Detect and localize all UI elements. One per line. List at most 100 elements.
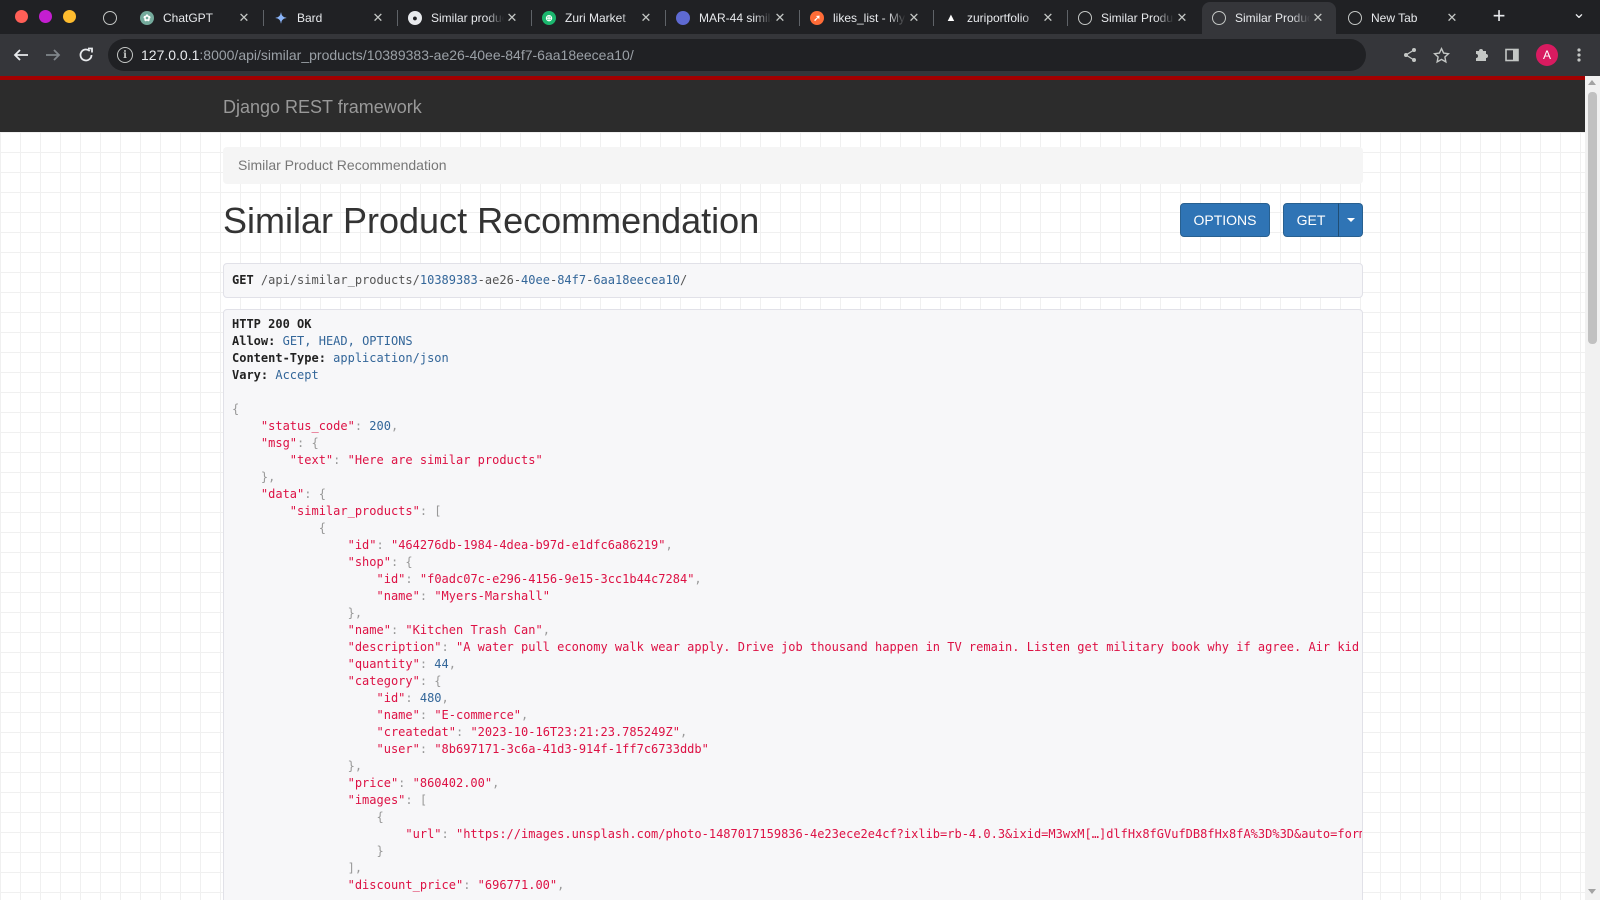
vercel-icon: ▲ xyxy=(945,12,957,24)
browser-menu-button[interactable] xyxy=(1566,42,1592,68)
header-key: Allow: xyxy=(232,334,276,348)
tab-pinned[interactable] xyxy=(93,2,129,34)
scroll-up-icon[interactable] xyxy=(1588,80,1596,85)
scroll-down-icon[interactable] xyxy=(1588,889,1596,894)
sparkle-icon: ✦ xyxy=(275,9,287,26)
tab-title: likes_list - My xyxy=(833,11,906,25)
json-string: 2023-10-16T23:21:23.785249Z xyxy=(477,725,673,739)
tab-title: ChatGPT xyxy=(163,11,214,25)
request-path-trailing: / xyxy=(680,273,688,287)
extensions-button[interactable] xyxy=(1468,42,1494,68)
caret-down-icon xyxy=(1346,218,1355,222)
get-button[interactable]: GET xyxy=(1283,203,1339,237)
tab-likes-list[interactable]: ➚ likes_list - My ✕ xyxy=(800,2,932,34)
tab-similar-product-1[interactable]: Similar Product ✕ xyxy=(1068,2,1200,34)
tab-zuriportfolio[interactable]: ▲ zuriportfolio ✕ xyxy=(934,2,1066,34)
tab-title: Similar Product xyxy=(1101,11,1174,25)
window-minimize-button[interactable] xyxy=(39,10,52,23)
address-bar[interactable]: i 127.0.0.1:8000/api/similar_products/10… xyxy=(108,39,1366,71)
github-icon: ● xyxy=(408,11,422,25)
request-path-segment: 40ee xyxy=(521,273,550,287)
request-path-prefix: /api/similar_products/ xyxy=(260,273,420,287)
info-icon[interactable]: i xyxy=(117,47,133,63)
close-icon[interactable]: ✕ xyxy=(236,10,252,26)
options-button[interactable]: OPTIONS xyxy=(1180,203,1270,237)
tab-new-tab[interactable]: New Tab ✕ xyxy=(1338,2,1470,34)
profile-avatar[interactable]: A xyxy=(1536,44,1558,66)
close-icon[interactable]: ✕ xyxy=(906,10,922,26)
side-panel-icon xyxy=(1505,48,1519,62)
globe-icon xyxy=(1348,11,1362,25)
reload-button[interactable] xyxy=(73,42,99,68)
bookmark-button[interactable] xyxy=(1428,42,1454,68)
tab-title: New Tab xyxy=(1371,11,1418,25)
globe-icon xyxy=(1212,11,1226,25)
header-value: Accept xyxy=(275,368,319,382)
zuri-icon: ⊕ xyxy=(542,11,556,25)
tab-similar-product-active[interactable]: Similar Product ✕ xyxy=(1202,2,1336,34)
json-key: "data" xyxy=(260,487,305,501)
side-panel-button[interactable] xyxy=(1499,42,1525,68)
close-icon[interactable]: ✕ xyxy=(638,10,654,26)
response-info: HTTP 200 OK Allow: GET, HEAD, OPTIONS Co… xyxy=(223,309,1363,900)
close-icon[interactable]: ✕ xyxy=(1040,10,1056,26)
breadcrumb-item[interactable]: Similar Product Recommendation xyxy=(238,157,447,173)
json-number: 200 xyxy=(369,419,391,433)
close-icon[interactable]: ✕ xyxy=(772,10,788,26)
json-key: "name" xyxy=(376,708,420,722)
close-icon[interactable]: ✕ xyxy=(370,10,386,26)
new-tab-button[interactable]: + xyxy=(1486,3,1512,29)
forward-button[interactable] xyxy=(40,42,66,68)
json-url-link[interactable]: https://images.unsplash.com/photo-148701… xyxy=(463,827,1362,841)
tab-github-similar-product[interactable]: ● Similar product ✕ xyxy=(398,2,530,34)
star-icon xyxy=(1432,46,1450,63)
linear-icon xyxy=(676,11,690,25)
request-path-dash: - xyxy=(477,273,485,287)
json-string: f0adc07c-e296-4156-9e15-3cc1b44c7284 xyxy=(427,572,688,586)
close-icon[interactable]: ✕ xyxy=(1310,10,1326,26)
reload-icon xyxy=(79,47,93,62)
window-maximize-button[interactable] xyxy=(63,10,76,23)
tab-bard[interactable]: ✦ Bard ✕ xyxy=(264,2,396,34)
postman-icon: ➚ xyxy=(810,11,824,25)
drf-brand-link[interactable]: Django REST framework xyxy=(223,97,422,118)
response-content: HTTP 200 OK Allow: GET, HEAD, OPTIONS Co… xyxy=(232,316,1362,894)
browser-tab-bar: ✿ ChatGPT ✕ ✦ Bard ✕ ● Similar product ✕… xyxy=(0,0,1600,34)
tab-title: MAR-44 similar xyxy=(699,11,772,25)
tab-title: Similar product xyxy=(431,11,504,25)
tab-mar-44[interactable]: MAR-44 similar ✕ xyxy=(666,2,798,34)
address-path: :8000/api/similar_products/10389383-ae26… xyxy=(199,47,634,63)
drf-content: Similar Product Recommendation Similar P… xyxy=(0,132,1585,900)
request-info: GET /api/similar_products/10389383-ae26-… xyxy=(223,263,1363,298)
chatgpt-icon: ✿ xyxy=(140,11,154,25)
kebab-menu-icon xyxy=(1577,48,1581,62)
scrollbar-thumb[interactable] xyxy=(1588,92,1597,344)
share-icon xyxy=(1404,48,1416,62)
json-key: "images" xyxy=(347,793,406,807)
json-key: "user" xyxy=(376,742,420,756)
tab-chatgpt[interactable]: ✿ ChatGPT ✕ xyxy=(130,2,262,34)
share-button[interactable] xyxy=(1397,42,1423,68)
close-icon[interactable]: ✕ xyxy=(504,10,520,26)
tab-title: zuriportfolio xyxy=(967,11,1030,25)
tab-zuri-market[interactable]: ⊕ Zuri Market ✕ xyxy=(532,2,664,34)
json-string: Myers-Marshall xyxy=(441,589,543,603)
page-scrollbar[interactable] xyxy=(1585,76,1600,900)
json-string: 464276db-1984-4dea-b97d-e1dfc6a86219 xyxy=(398,538,659,552)
close-icon[interactable]: ✕ xyxy=(1174,10,1190,26)
json-number: 480 xyxy=(419,691,442,705)
json-key: "id" xyxy=(376,572,406,586)
get-format-dropdown[interactable] xyxy=(1338,203,1363,237)
tab-search-button[interactable]: ⌄ xyxy=(1566,0,1592,26)
window-close-button[interactable] xyxy=(15,10,28,23)
arrow-right-icon xyxy=(46,49,61,61)
globe-icon xyxy=(1078,11,1092,25)
close-icon[interactable]: ✕ xyxy=(1444,10,1460,26)
header-key: Vary: xyxy=(232,368,269,382)
back-button[interactable] xyxy=(8,42,34,68)
puzzle-icon xyxy=(1476,49,1488,61)
json-key: "id" xyxy=(376,691,406,705)
json-string: 8b697171-3c6a-41d3-914f-1ff7c6733ddb xyxy=(441,742,702,756)
tab-title: Zuri Market xyxy=(565,11,626,25)
browser-toolbar: i 127.0.0.1:8000/api/similar_products/10… xyxy=(0,34,1600,76)
